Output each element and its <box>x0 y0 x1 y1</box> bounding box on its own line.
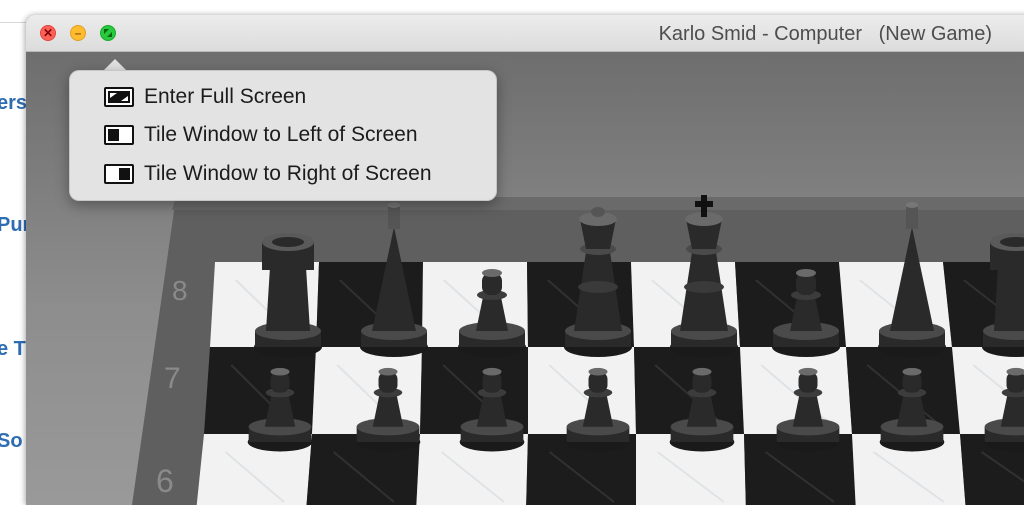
enter-full-screen-icon <box>104 87 134 107</box>
queen-part <box>591 207 605 217</box>
bishop-part <box>388 202 400 208</box>
tile-left-icon <box>104 125 134 145</box>
window-title: Karlo Smid - Computer (New Game) <box>659 23 992 46</box>
bishop-part <box>906 207 918 229</box>
minimize-button[interactable]: – <box>70 25 86 41</box>
window-zoom-menu: Enter Full Screen Tile Window to Left of… <box>69 70 497 201</box>
pawn-part <box>796 269 816 277</box>
pawn-part <box>271 368 290 376</box>
rank-label-6: 6 <box>156 463 174 499</box>
bishop-part <box>906 202 918 208</box>
rank-label-7: 7 <box>164 362 181 395</box>
menu-pointer <box>104 59 126 70</box>
pawn-part <box>379 368 398 376</box>
menu-item-tile-right[interactable]: Tile Window to Right of Screen <box>104 159 432 189</box>
zoom-button[interactable] <box>100 25 116 41</box>
close-icon: ✕ <box>43 27 53 39</box>
queen-part <box>578 281 618 293</box>
minimize-icon: – <box>75 27 82 39</box>
pawn-part <box>693 368 712 376</box>
menu-item-label: Tile Window to Left of Screen <box>144 123 418 147</box>
rank-label-8: 8 <box>172 275 188 306</box>
close-button[interactable]: ✕ <box>40 25 56 41</box>
title-bar[interactable]: ✕ – Karlo Smid - Computer (New Game) <box>26 15 1024 52</box>
rook-part <box>994 267 1024 331</box>
tile-right-icon <box>104 164 134 184</box>
rook-part <box>266 267 310 331</box>
pawn-part <box>483 368 502 376</box>
pawn-part <box>482 269 502 277</box>
pawn-part <box>903 368 922 376</box>
background-link[interactable]: So <box>0 430 23 453</box>
rook-part <box>272 237 304 247</box>
king-part <box>684 281 724 293</box>
menu-item-tile-left[interactable]: Tile Window to Left of Screen <box>104 120 418 150</box>
menu-item-label: Enter Full Screen <box>144 85 306 109</box>
background-link[interactable]: e T <box>0 338 26 361</box>
menu-item-enter-full-screen[interactable]: Enter Full Screen <box>104 82 306 112</box>
fullscreen-arrows-icon <box>103 28 113 38</box>
menu-item-label: Tile Window to Right of Screen <box>144 162 432 186</box>
bishop-part <box>388 207 400 229</box>
king-part <box>695 201 713 207</box>
pawn-part <box>799 368 818 376</box>
pawn-part <box>589 368 608 376</box>
